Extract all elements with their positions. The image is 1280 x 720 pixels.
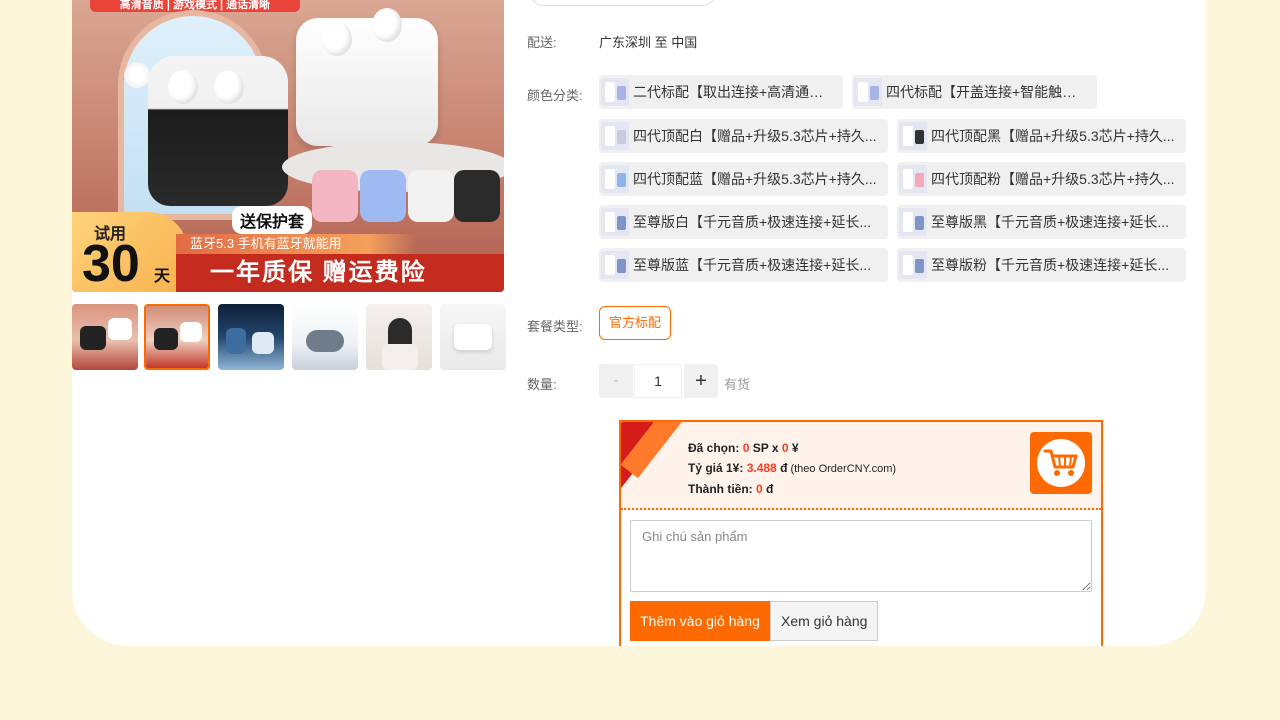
color-option-6[interactable]: 四代顶配粉【赠品+升级5.3芯片+持久... — [897, 162, 1186, 196]
color-option-4[interactable]: 四代顶配黑【赠品+升级5.3芯片+持久... — [897, 119, 1186, 153]
quantity-minus-button[interactable]: - — [599, 364, 633, 398]
color-option-9[interactable]: 至尊版蓝【千元音质+极速连接+延长... — [599, 248, 888, 282]
rate-unit: đ — [776, 461, 788, 475]
total-label: Thành tiền: — [688, 482, 753, 496]
order-widget: Đã chọn: 0 SP x 0 ¥ Tỷ giá 1¥: 3.488 đ (… — [619, 420, 1103, 646]
color-option-label: 至尊版蓝【千元音质+极速连接+延长... — [633, 257, 872, 273]
pink-case — [312, 170, 358, 222]
color-option-label: 至尊版黑【千元音质+极速连接+延长... — [931, 214, 1170, 230]
blue-case — [360, 170, 406, 222]
thumbnail-4[interactable] — [292, 304, 358, 370]
shipping-label: 配送: — [527, 35, 557, 50]
color-option-label: 至尊版粉【千元音质+极速连接+延长... — [931, 257, 1170, 273]
option-thumbnail-icon — [899, 122, 927, 150]
black-case — [454, 170, 500, 222]
trial-unit: 天 — [154, 268, 171, 285]
quantity-label: 数量: — [527, 377, 557, 392]
sp-x-text: SP x — [749, 441, 782, 455]
case-gift-tag: 送保护套 — [232, 206, 313, 234]
product-note-field[interactable] — [630, 520, 1092, 592]
option-thumbnail-icon — [601, 208, 629, 236]
package-label: 套餐类型: — [527, 319, 583, 334]
quantity-plus-button[interactable]: + — [684, 364, 718, 398]
earbud — [168, 70, 198, 104]
rate-label: Tỷ giá 1¥: — [688, 461, 744, 475]
color-option-label: 四代顶配黑【赠品+升级5.3芯片+持久... — [931, 128, 1175, 144]
color-option-3[interactable]: 四代顶配白【赠品+升级5.3芯片+持久... — [599, 119, 888, 153]
trial-number: 30 — [82, 235, 140, 292]
option-thumbnail-icon — [601, 251, 629, 279]
option-thumbnail-icon — [601, 122, 629, 150]
color-option-8[interactable]: 至尊版黑【千元音质+极速连接+延长... — [897, 205, 1186, 239]
thumbnail-5[interactable] — [366, 304, 432, 370]
bluetooth-strip: 蓝牙5.3 手机有蓝牙就能用 — [176, 234, 416, 254]
color-option-label: 二代标配【取出连接+高清通话】 — [633, 84, 835, 100]
color-option-label: 至尊版白【千元音质+极速连接+延长... — [633, 214, 872, 230]
selected-label: Đã chọn: — [688, 441, 740, 455]
option-thumbnail-icon — [899, 251, 927, 279]
thumbnail-6[interactable] — [440, 304, 506, 370]
color-option-label: 四代标配【开盖连接+智能触控】 — [886, 84, 1089, 100]
color-label: 颜色分类: — [527, 88, 583, 103]
white-earbud-case — [296, 18, 438, 146]
quantity-input[interactable]: 1 — [634, 364, 682, 398]
shopping-cart-icon — [1030, 432, 1092, 494]
shipping-value: 广东深圳 至 中国 — [599, 35, 698, 50]
rate-source: (theo OrderCNY.com) — [787, 463, 897, 475]
earbud — [322, 22, 352, 56]
option-thumbnail-icon — [899, 208, 927, 236]
order-summary-lines: Đã chọn: 0 SP x 0 ¥ Tỷ giá 1¥: 3.488 đ (… — [688, 438, 896, 499]
top-pill-partial[interactable] — [530, 0, 716, 6]
yen-symbol: ¥ — [788, 441, 799, 455]
rate-value: 3.488 — [746, 461, 777, 475]
thumbnail-3[interactable] — [218, 304, 284, 370]
option-thumbnail-icon — [854, 78, 882, 106]
selected-line: Đã chọn: 0 SP x 0 ¥ — [688, 438, 896, 458]
color-option-label: 四代顶配蓝【赠品+升级5.3芯片+持久... — [633, 171, 877, 187]
earbud — [372, 8, 402, 42]
color-option-5[interactable]: 四代顶配蓝【赠品+升级5.3芯片+持久... — [599, 162, 888, 196]
white-case — [408, 170, 454, 222]
rate-line: Tỷ giá 1¥: 3.488 đ (theo OrderCNY.com) — [688, 458, 896, 479]
color-option-10[interactable]: 至尊版粉【千元音质+极速连接+延长... — [897, 248, 1186, 282]
stock-status: 有货 — [724, 377, 751, 392]
color-option-label: 四代顶配白【赠品+升级5.3芯片+持久... — [633, 128, 877, 144]
selected-price: 0 — [781, 441, 789, 455]
option-thumbnail-icon — [601, 165, 629, 193]
thumbnail-2[interactable] — [144, 304, 210, 370]
warranty-banner: 一年质保 赠运费险 — [176, 254, 504, 292]
order-summary: Đã chọn: 0 SP x 0 ¥ Tỷ giá 1¥: 3.488 đ (… — [621, 422, 1101, 510]
earbud — [214, 70, 244, 104]
package-option-selected[interactable]: 官方标配 — [599, 306, 672, 340]
total-unit: đ — [762, 482, 774, 496]
color-option-2[interactable]: 四代标配【开盖连接+智能触控】 — [852, 75, 1097, 109]
add-to-cart-button[interactable]: Thêm vào giỏ hàng — [630, 601, 770, 641]
thumbnail-1[interactable] — [72, 304, 138, 370]
color-option-7[interactable]: 至尊版白【千元音质+极速连接+延长... — [599, 205, 888, 239]
total-line: Thành tiền: 0 đ — [688, 479, 896, 499]
option-thumbnail-icon — [601, 78, 629, 106]
main-product-image[interactable]: 高清音质 | 游戏模式 | 通话清晰 试用 30 天 送保护套 蓝牙5.3 手机… — [72, 0, 504, 292]
color-option-1[interactable]: 二代标配【取出连接+高清通话】 — [599, 75, 843, 109]
color-option-label: 四代顶配粉【赠品+升级5.3芯片+持久... — [931, 171, 1175, 187]
thumbnail-strip — [72, 304, 512, 370]
option-thumbnail-icon — [899, 165, 927, 193]
product-card: 高清音质 | 游戏模式 | 通话清晰 试用 30 天 送保护套 蓝牙5.3 手机… — [72, 0, 1206, 646]
view-cart-button[interactable]: Xem giỏ hàng — [770, 601, 879, 641]
total-value: 0 — [756, 482, 763, 496]
